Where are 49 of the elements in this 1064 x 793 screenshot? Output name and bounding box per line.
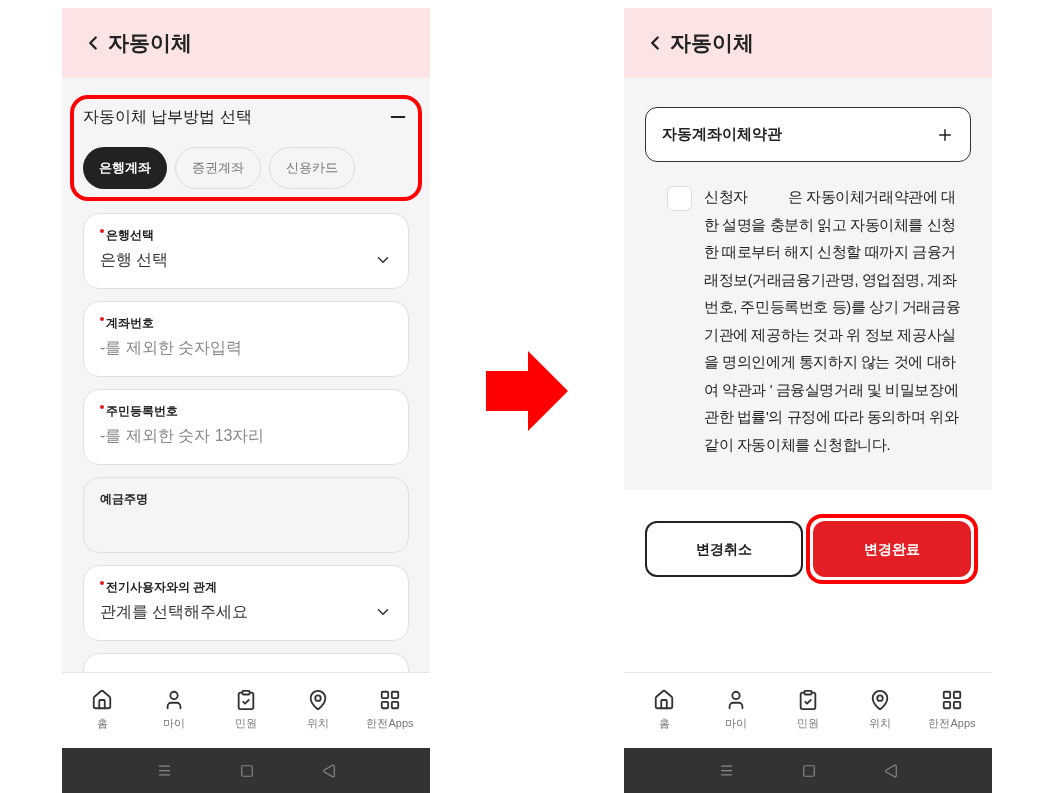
method-tab[interactable]: 신용카드 [269,147,355,189]
select-field[interactable]: 전기사용자와의 관계 관계를 선택해주세요 [83,565,409,641]
nav-tab[interactable]: 민원 [212,689,280,732]
consent-checkbox[interactable] [667,186,692,211]
select-value: 은행 선택 [100,250,169,270]
cancel-button[interactable]: 변경취소 [645,521,803,577]
select-field[interactable]: 은행선택 은행 선택 [83,213,409,289]
field-label: 전기사용자와의 관계 [106,579,218,596]
home-icon [653,689,675,712]
menu-icon[interactable] [718,763,734,778]
field-label: 주민등록번호 [106,403,178,420]
section-title: 자동이체 납부방법 선택 [83,107,252,127]
method-tab[interactable]: 은행계좌 [83,147,167,189]
home-button-icon[interactable] [801,763,816,778]
back-button-icon[interactable] [883,763,898,778]
map-pin-icon [869,689,891,712]
menu-icon[interactable] [156,763,172,778]
grid-icon [379,689,401,712]
clipboard-check-icon [797,689,819,712]
field-label: 계좌번호 [106,315,154,332]
consent-text: 신청자 은 자동이체거래약관에 대한 설명을 충분히 읽고 자동이체를 신청한 때로부터 해지 신청할 때까지 금융거래정보(거래금융기관명, 영업점명, 계좌번호, 주민등록번호 등)를 상기 거래금융기관에 제공하는 것과 위 정보 제공사실을 명의인에게 통지하지 않는 것에 대하여 약관과 ' 금융실명거래 및 비밀보장에 관한 법률'의 규정에 따라 동의하며 위와 같이 자동이체를 신청합니다. [704,188,962,455]
home-button-icon[interactable] [239,763,254,778]
nav-tab[interactable]: 민원 [774,689,842,732]
input-field[interactable]: 주민등록번호 -를 제외한 숫자 13자리 [83,389,409,465]
text-input[interactable]: -를 제외한 숫자 13자리 [100,424,392,448]
home-icon [91,689,113,712]
nav-tab[interactable]: 한전Apps [918,689,986,732]
method-tab[interactable]: 증권계좌 [175,147,261,189]
nav-tab[interactable]: 한전Apps [356,689,424,732]
clipboard-check-icon [235,689,257,712]
nav-tab[interactable]: 마이 [702,689,770,732]
back-button-icon[interactable] [321,763,336,778]
nav-tab[interactable]: 위치 [284,689,352,732]
field-label: 예금주명 [100,491,148,508]
nav-tab[interactable]: 홈 [630,689,698,732]
right-arrow-icon [486,350,568,431]
nav-tab[interactable]: 홈 [68,689,136,732]
nav-tab[interactable]: 위치 [846,689,914,732]
field-label: 은행선택 [106,227,154,244]
confirm-button[interactable]: 변경완료 [813,521,971,577]
page-title: 자동이체 [670,30,754,57]
select-value: 관계를 선택해주세요 [100,602,249,622]
text-input[interactable]: -를 제외한 숫자입력 [100,336,392,360]
map-pin-icon [307,689,329,712]
terms-accordion[interactable]: 자동계좌이체약관 [645,107,971,162]
page-title: 자동이체 [108,30,192,57]
input-field[interactable]: 계좌번호 -를 제외한 숫자입력 [83,301,409,377]
nav-tab[interactable]: 마이 [140,689,208,732]
grid-icon [941,689,963,712]
